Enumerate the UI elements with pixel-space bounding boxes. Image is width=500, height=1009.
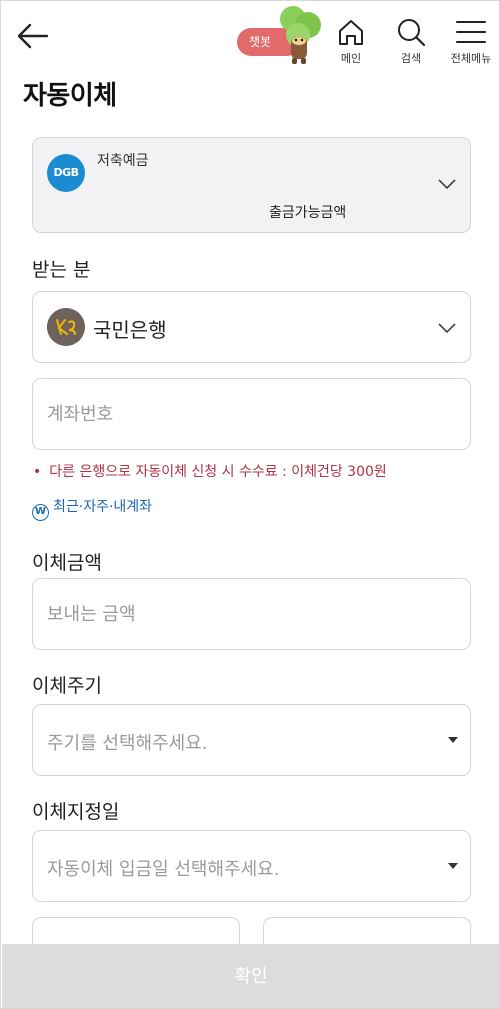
nav-search-label: 검색 (400, 52, 422, 65)
caret-down-icon (448, 863, 458, 869)
bullet-icon: • (33, 464, 42, 480)
recent-accounts-label: 최근·자주·내계좌 (53, 499, 153, 515)
caret-down-icon (448, 737, 458, 743)
dgb-logo-icon: DGB (47, 154, 85, 192)
amount-input[interactable] (33, 579, 470, 649)
page-title: 자동이체 (23, 81, 117, 111)
w-circle-icon: W (32, 504, 49, 521)
date-placeholder: 자동이체 입금일 선택해주세요. (47, 859, 280, 880)
chevron-down-icon (438, 323, 456, 334)
nav-home-label: 메인 (340, 52, 362, 65)
fee-notice: • 다른 은행으로 자동이체 신청 시 수수료 : 이체건당 300원 (33, 461, 387, 481)
back-button[interactable] (15, 19, 51, 53)
cycle-select[interactable]: 주기를 선택해주세요. (32, 704, 471, 776)
account-number-input[interactable] (33, 379, 470, 449)
amount-field-wrap (32, 578, 471, 650)
date-select[interactable]: 자동이체 입금일 선택해주세요. (32, 830, 471, 902)
menu-icon (456, 21, 486, 43)
amount-section-label: 이체금액 (32, 552, 102, 574)
search-icon (398, 19, 426, 47)
nav-menu-button[interactable]: 전체메뉴 (447, 17, 495, 67)
recipient-section-label: 받는 분 (32, 259, 91, 281)
account-select[interactable]: DGB 저축예금 출금가능금액 (32, 137, 471, 233)
nav-search-button[interactable]: 검색 (387, 17, 435, 67)
home-icon (339, 20, 363, 45)
confirm-button[interactable]: 확인 (2, 944, 499, 1008)
chevron-down-icon (438, 179, 456, 190)
screen: 챗봇 메인 검색 전체메뉴 자동이체 DGB 저축예금 출금가능금액 받는 분 … (0, 0, 500, 1009)
bank-name: 국민은행 (93, 318, 167, 342)
cycle-placeholder: 주기를 선택해주세요. (47, 733, 208, 754)
account-name: 저축예금 (97, 153, 149, 169)
account-number-field-wrap (32, 378, 471, 450)
nav-home-button[interactable]: 메인 (327, 17, 375, 67)
kb-bank-logo-icon (47, 308, 85, 346)
date-section-label: 이체지정일 (32, 801, 120, 823)
available-balance-label: 출금가능금액 (269, 205, 347, 221)
fee-notice-text: 다른 은행으로 자동이체 신청 시 수수료 : 이체건당 300원 (49, 464, 387, 480)
nav-menu-label: 전체메뉴 (450, 52, 492, 65)
mascot-icon (280, 6, 321, 64)
chatbot-label: 챗봇 (249, 35, 272, 49)
arrow-left-icon (17, 23, 49, 49)
recent-accounts-link[interactable]: W 최근·자주·내계좌 (32, 496, 152, 521)
cycle-section-label: 이체주기 (32, 675, 102, 697)
bank-select[interactable]: 국민은행 (32, 291, 471, 363)
